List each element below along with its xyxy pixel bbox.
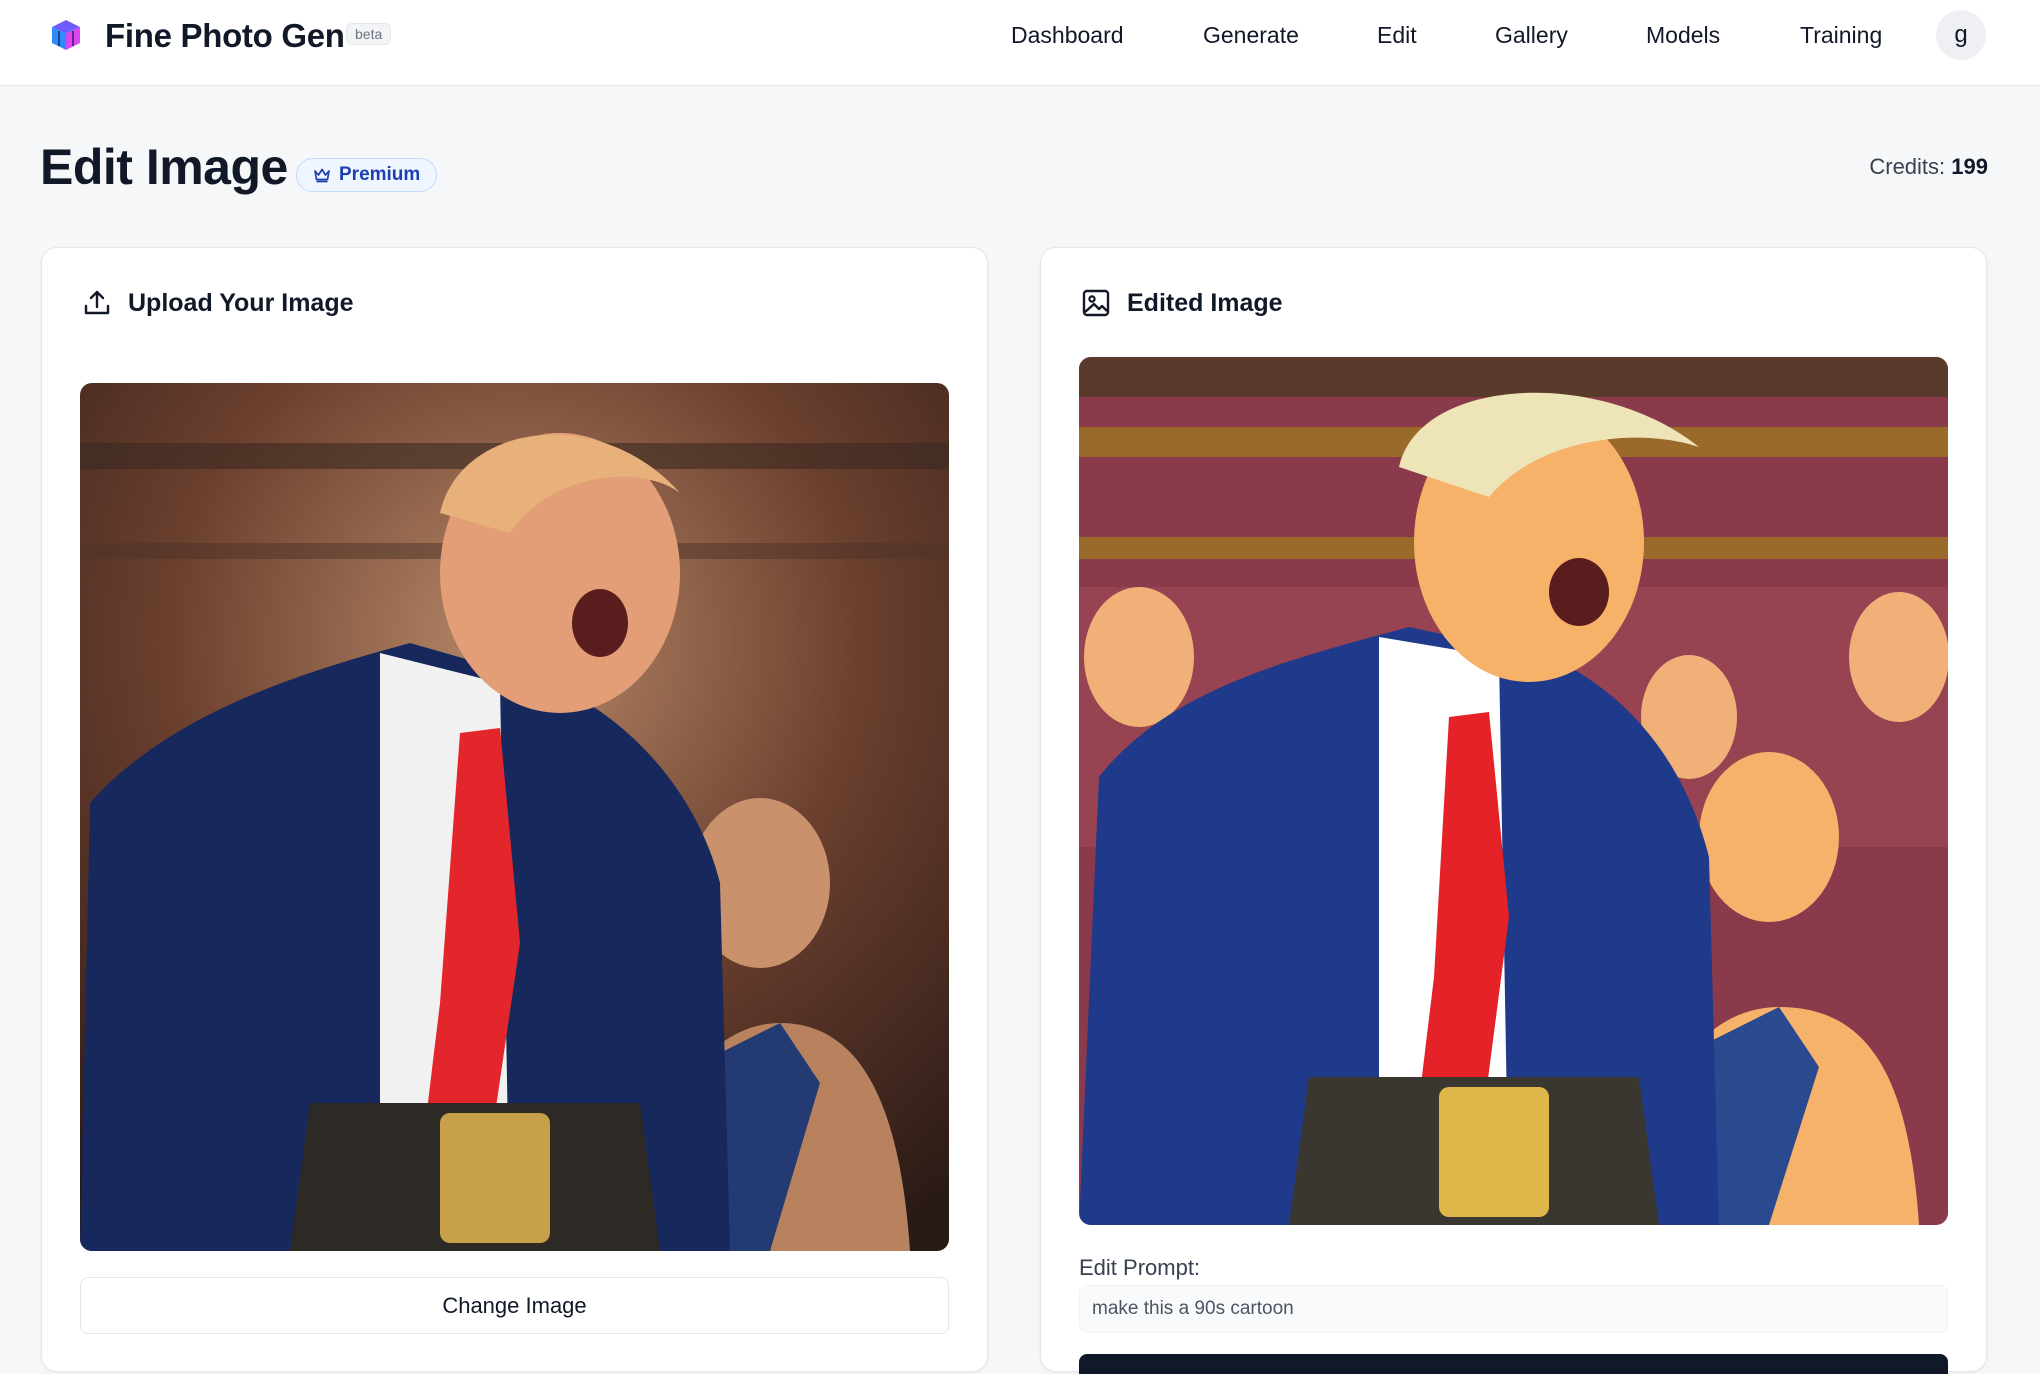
nav-generate[interactable]: Generate bbox=[1203, 22, 1299, 49]
cube-logo-icon[interactable] bbox=[48, 17, 84, 53]
edit-prompt-label: Edit Prompt: bbox=[1079, 1255, 1201, 1280]
app-name[interactable]: Fine Photo Gen bbox=[105, 17, 345, 55]
credits-value: 199 bbox=[1951, 154, 1988, 179]
edited-panel-title: Edited Image bbox=[1127, 288, 1283, 317]
beta-badge: beta bbox=[346, 23, 392, 45]
upload-panel-title: Upload Your Image bbox=[128, 288, 354, 317]
crown-icon bbox=[314, 168, 330, 183]
premium-badge-label: Premium bbox=[339, 164, 421, 185]
nav-edit[interactable]: Edit bbox=[1377, 22, 1417, 49]
upload-icon bbox=[84, 290, 110, 315]
nav-models[interactable]: Models bbox=[1646, 22, 1720, 49]
premium-badge: Premium bbox=[296, 158, 438, 192]
primary-action-button[interactable] bbox=[1079, 1354, 1948, 1374]
upload-panel-header: Upload Your Image bbox=[82, 288, 354, 318]
nav-gallery[interactable]: Gallery bbox=[1495, 22, 1568, 49]
change-image-button[interactable]: Change Image bbox=[80, 1277, 949, 1334]
uploaded-image[interactable] bbox=[80, 383, 949, 1251]
top-navbar: Fine Photo Gen beta Dashboard Generate E… bbox=[0, 0, 2040, 86]
image-icon bbox=[1082, 289, 1110, 317]
edited-panel-header: Edited Image bbox=[1081, 288, 1283, 318]
nav-dashboard[interactable]: Dashboard bbox=[1011, 22, 1124, 49]
edit-prompt-field[interactable]: make this a 90s cartoon bbox=[1079, 1285, 1948, 1333]
credits-label: Credits: bbox=[1869, 154, 1946, 179]
credits-display: Credits: 199 bbox=[1740, 154, 1988, 180]
nav-training[interactable]: Training bbox=[1800, 22, 1882, 49]
user-avatar[interactable]: g bbox=[1936, 10, 1986, 60]
page-title: Edit Image bbox=[40, 139, 288, 195]
edit-prompt-text: make this a 90s cartoon bbox=[1092, 1298, 1294, 1319]
edited-image[interactable] bbox=[1079, 357, 1948, 1225]
